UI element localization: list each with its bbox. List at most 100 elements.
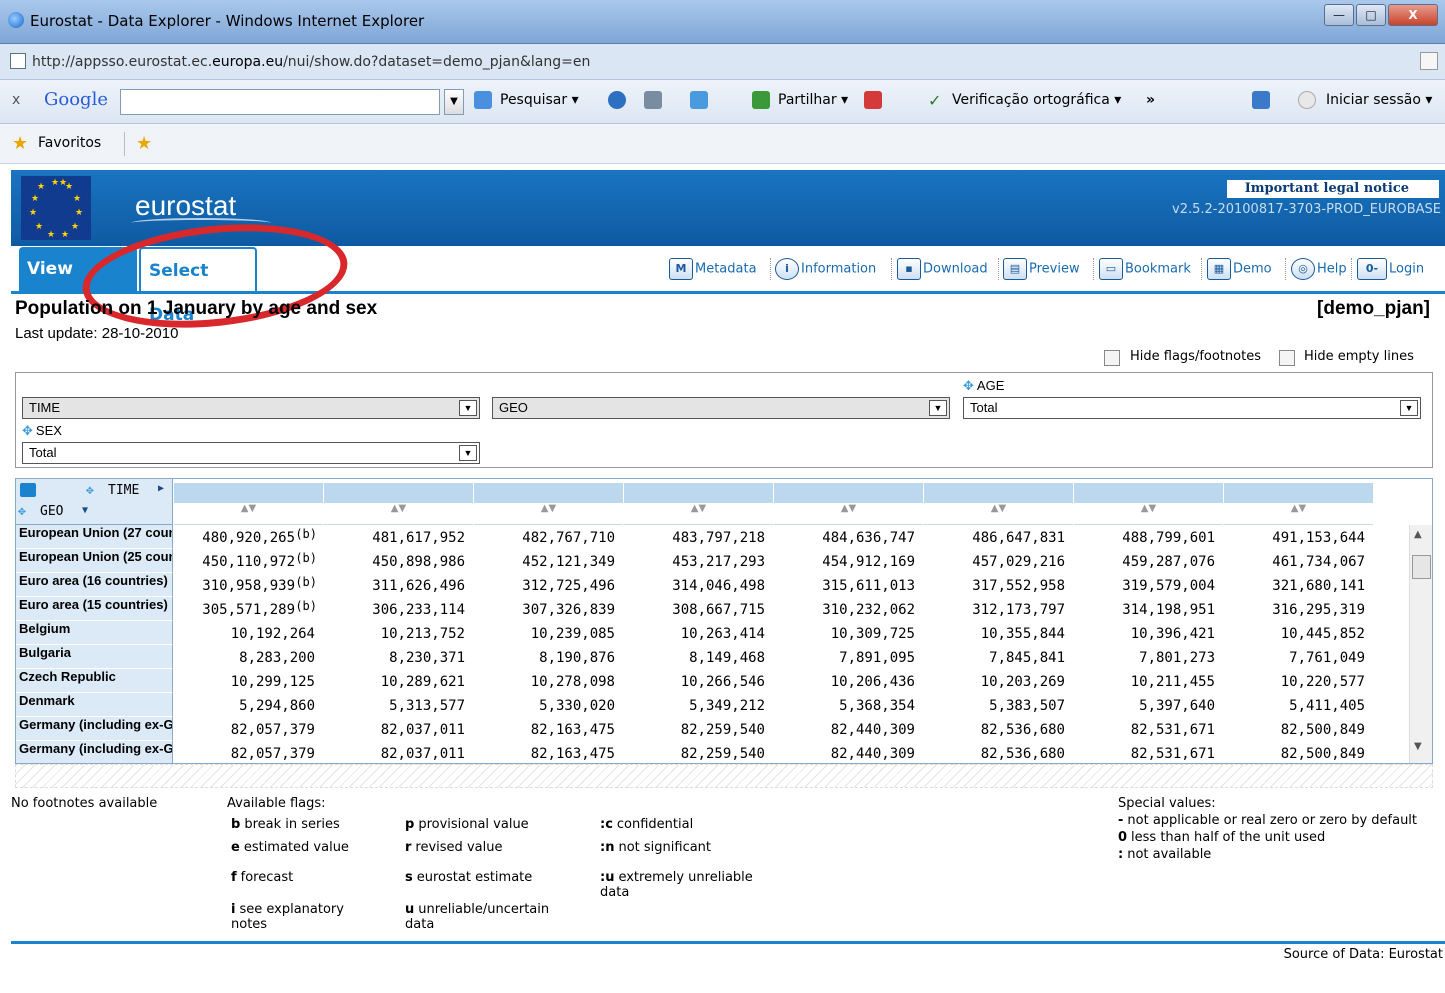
- flag-code: f: [231, 870, 237, 885]
- cell-value: 10,206,436: [830, 674, 915, 690]
- signin-button[interactable]: Iniciar sessão ▾: [1326, 92, 1432, 108]
- sort-icon[interactable]: ▲​▼: [774, 503, 923, 525]
- cell-value: 310,958,939: [202, 578, 295, 594]
- cell-value: 8,149,468: [689, 650, 765, 666]
- cell-value: 457,029,216: [972, 554, 1065, 570]
- chevron-right-icon[interactable]: ▶: [158, 483, 164, 494]
- information-link[interactable]: i Information: [775, 258, 876, 280]
- flag-entry: p provisional value: [405, 817, 529, 832]
- url-field[interactable]: http://appsso.eurostat.ec.europa.eu/nui/…: [32, 51, 1412, 73]
- sort-icon[interactable]: ▲​▼: [624, 503, 773, 525]
- table-cell: 450,898,986: [323, 549, 473, 573]
- hide-empty-checkbox[interactable]: [1279, 350, 1295, 366]
- information-icon: i: [775, 258, 799, 280]
- hide-flags-checkbox[interactable]: [1104, 350, 1120, 366]
- cell-value: 5,349,212: [689, 698, 765, 714]
- table-cell: 82,037,011: [323, 717, 473, 741]
- flag-text: provisional value: [418, 817, 529, 832]
- plus-icon[interactable]: [690, 91, 708, 109]
- legal-notice-link[interactable]: Important legal notice: [1227, 180, 1439, 198]
- time-select[interactable]: TIME ▼: [22, 397, 480, 419]
- table-cell: 82,057,379: [173, 741, 323, 763]
- drag-handle-icon[interactable]: ✥: [18, 504, 26, 519]
- add-favorite-icon[interactable]: ★: [136, 133, 152, 154]
- dataset-code: [demo_pjan]: [1317, 298, 1430, 319]
- spellcheck-button[interactable]: Verificação ortográfica ▾: [952, 92, 1121, 108]
- key-icon: 0-: [1357, 258, 1387, 280]
- chevron-down-icon[interactable]: ▼: [82, 505, 88, 516]
- cell-value: 488,799,601: [1122, 530, 1215, 546]
- drag-handle-icon[interactable]: ✥: [86, 483, 94, 498]
- cell-flag: (b): [295, 527, 317, 541]
- age-select[interactable]: Total ▼: [963, 397, 1421, 419]
- download-label: Download: [923, 261, 988, 277]
- table-cell: 82,163,475: [473, 741, 623, 763]
- bookmark-link[interactable]: ▭ Bookmark: [1099, 258, 1191, 280]
- url-prefix: http://appsso.eurostat.ec.: [32, 54, 213, 70]
- google-search-input[interactable]: [120, 89, 440, 115]
- information-label: Information: [801, 261, 877, 277]
- age-select-value: Total: [970, 400, 998, 415]
- favorites-bar: ★ Favoritos ★: [0, 124, 1445, 164]
- cell-value: 82,259,540: [680, 746, 765, 762]
- cell-value: 5,313,577: [389, 698, 465, 714]
- folder-icon: ▭: [1099, 258, 1123, 280]
- vertical-scrollbar[interactable]: ▲ ▼: [1409, 525, 1432, 763]
- table-icon[interactable]: [20, 483, 36, 497]
- compatibility-view-icon[interactable]: [1420, 52, 1438, 70]
- maximize-button[interactable]: □: [1356, 4, 1386, 26]
- share-button[interactable]: Partilhar ▾: [778, 92, 848, 108]
- page-menu-icon[interactable]: [644, 91, 662, 109]
- window-title-bar: Eurostat - Data Explorer - Windows Inter…: [0, 0, 1445, 44]
- minimize-button[interactable]: —: [1324, 4, 1354, 26]
- drag-handle-icon[interactable]: ✥: [963, 378, 974, 393]
- metadata-link[interactable]: M Metadata: [669, 258, 757, 280]
- row-label: Belgium: [16, 621, 173, 645]
- more-button[interactable]: »: [1146, 92, 1155, 108]
- globe-icon[interactable]: [608, 91, 626, 109]
- scroll-up-icon[interactable]: ▲: [1414, 529, 1422, 540]
- nav-separator: [998, 258, 999, 280]
- sort-icon[interactable]: ▲​▼: [924, 503, 1073, 525]
- table-cell: 321,680,141: [1223, 573, 1373, 597]
- scroll-down-icon[interactable]: ▼: [1414, 741, 1422, 752]
- popup-blocker-icon[interactable]: [864, 91, 882, 109]
- wrench-icon[interactable]: [1252, 91, 1270, 109]
- sex-select[interactable]: Total ▼: [22, 442, 480, 464]
- cell-value: 5,368,354: [839, 698, 915, 714]
- metadata-label: Metadata: [695, 261, 757, 277]
- sort-icon[interactable]: ▲​▼: [1074, 503, 1223, 525]
- cell-value: 82,536,680: [980, 746, 1065, 762]
- flags-title: Available flags:: [227, 796, 326, 811]
- cell-value: 7,801,273: [1139, 650, 1215, 666]
- cell-value: 308,667,715: [672, 602, 765, 618]
- sort-icon[interactable]: ▲​▼: [324, 503, 473, 525]
- favorites-button[interactable]: Favoritos: [38, 135, 101, 151]
- scroll-thumb[interactable]: [1412, 555, 1431, 579]
- cell-value: 10,396,421: [1130, 626, 1215, 642]
- sort-icon[interactable]: ▲​▼: [474, 503, 623, 525]
- search-button[interactable]: Pesquisar ▾: [500, 92, 579, 108]
- drag-handle-icon[interactable]: ✥: [22, 423, 33, 438]
- table-cell: 7,891,095: [773, 645, 923, 669]
- cell-flag: (b): [295, 551, 317, 565]
- special-code: :: [1118, 847, 1124, 862]
- table-cell: 8,283,200: [173, 645, 323, 669]
- row-label: European Union (27 countries): [16, 525, 173, 549]
- geo-select[interactable]: GEO ▼: [492, 397, 950, 419]
- toolbar-divider: [124, 132, 125, 156]
- table-cell: 306,233,114: [323, 597, 473, 621]
- toolbar-close-button[interactable]: x: [12, 92, 20, 108]
- download-link[interactable]: ▪ Download: [897, 258, 988, 280]
- google-search-dropdown[interactable]: ▼: [444, 89, 464, 115]
- close-button[interactable]: X: [1388, 4, 1438, 26]
- url-suffix: /nui/show.do?dataset=demo_pjan&lang=en: [283, 54, 591, 70]
- preview-link[interactable]: ▤ Preview: [1003, 258, 1080, 280]
- table-cell: 82,259,540: [623, 741, 773, 763]
- demo-link[interactable]: ▦ Demo: [1207, 258, 1272, 280]
- sort-icon[interactable]: ▲​▼: [1224, 503, 1373, 525]
- cell-value: 450,898,986: [372, 554, 465, 570]
- table-cell: 7,801,273: [1073, 645, 1223, 669]
- help-link[interactable]: ◎ Help: [1291, 258, 1347, 280]
- login-link[interactable]: 0- Login: [1357, 258, 1424, 280]
